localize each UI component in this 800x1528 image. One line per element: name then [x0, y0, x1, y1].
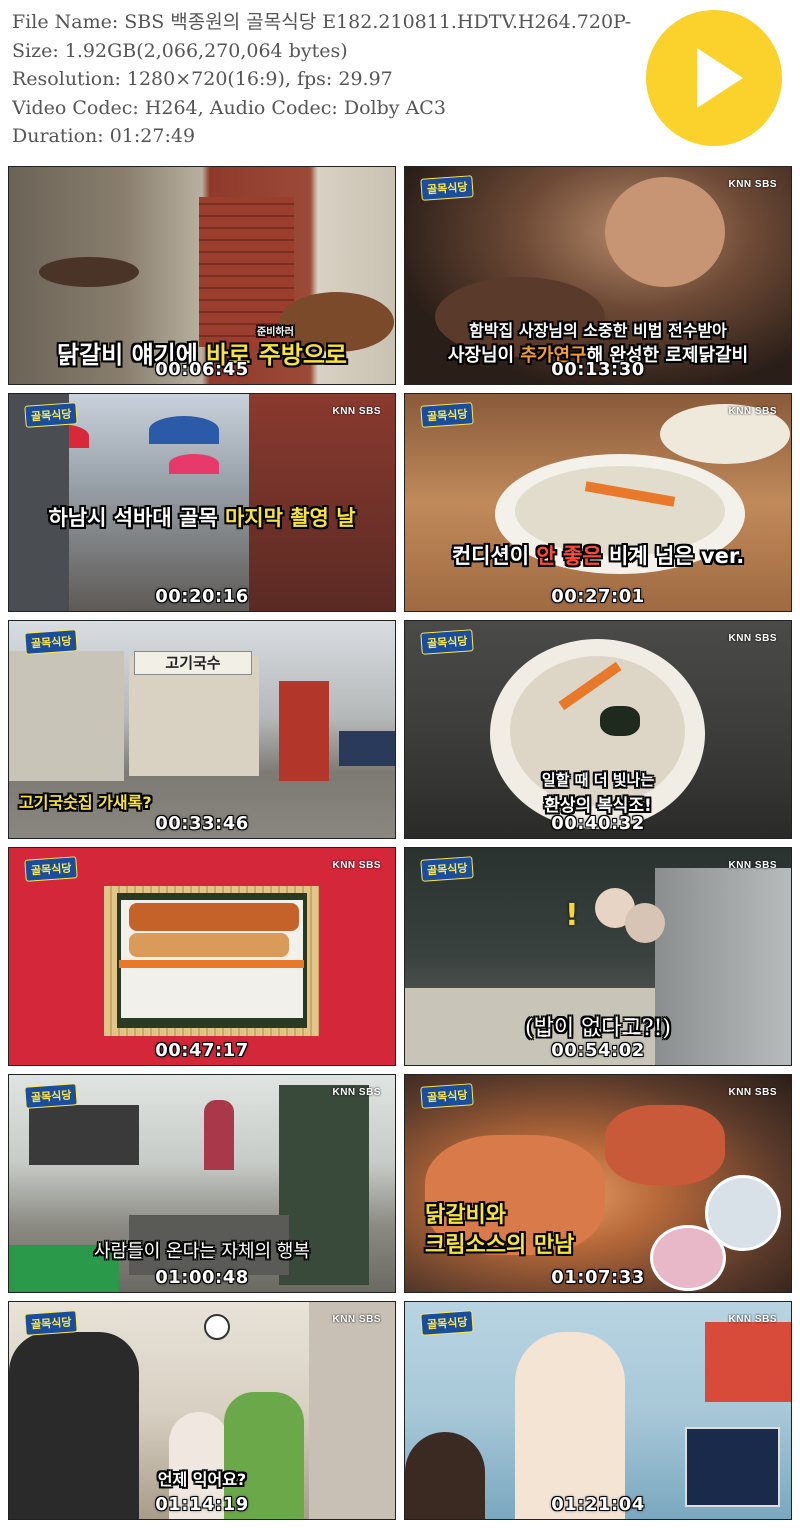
timestamp: 01:14:19 — [155, 1494, 249, 1515]
scene-noodle-bowl — [405, 394, 791, 611]
network-logo: KNN SBS — [332, 1087, 381, 1098]
exclamation-icon: ! — [565, 898, 579, 933]
caption-highlight: 안 좋은 — [536, 544, 602, 568]
timestamp: 00:06:45 — [155, 359, 249, 380]
network-logo: KNN SBS — [728, 633, 777, 644]
play-icon — [697, 48, 743, 108]
resolution-info: Resolution: 1280×720(16:9), fps: 29.97 — [12, 68, 393, 90]
codec-info: Video Codec: H264, Audio Codec: Dolby AC… — [12, 96, 446, 119]
network-logo: KNN SBS — [728, 860, 777, 871]
thumbnail-01-00-48[interactable]: 골목식당 KNN SBS 사람들이 온다는 자체의 행복 01:00:48 — [8, 1074, 396, 1293]
network-logo: KNN SBS — [332, 406, 381, 417]
network-logo: KNN SBS — [728, 406, 777, 417]
caption-highlight: 마지막 촬영 날 — [224, 506, 356, 530]
timestamp: 00:47:17 — [155, 1040, 249, 1061]
caption-part: 컨디션이 — [451, 544, 537, 568]
network-logo: KNN SBS — [332, 860, 381, 871]
timestamp: 01:21:04 — [551, 1494, 645, 1515]
show-logo: 골목식당 — [420, 175, 475, 201]
network-logo: KNN SBS — [728, 179, 777, 190]
caption-line-1: 닭갈비와 — [425, 1197, 506, 1229]
network-logo: KNN SBS — [728, 1314, 777, 1325]
caption: 사람들이 온다는 자체의 행복 — [9, 1237, 395, 1263]
show-logo: 골목식당 — [24, 1083, 79, 1109]
caption-part: 고기국숫집 가새록? — [19, 793, 152, 812]
show-logo: 골목식당 — [420, 1083, 475, 1109]
thumbnail-00-06-45[interactable]: 준비하러 닭갈비 얘기에 바로 주방으로 00:06:45 — [8, 166, 396, 385]
timestamp: 01:00:48 — [155, 1267, 249, 1288]
caption: 언제 익어요? — [9, 1466, 395, 1490]
timestamp: 00:27:01 — [551, 586, 645, 607]
show-logo: 골목식당 — [24, 629, 79, 655]
timestamp: 00:54:02 — [551, 1040, 645, 1061]
caption-part: 언제 익어요? — [157, 1470, 247, 1489]
thumbnail-01-07-33[interactable]: 골목식당 KNN SBS 닭갈비와 크림소스의 만남 01:07:33 — [404, 1074, 792, 1293]
network-logo: KNN SBS — [332, 1314, 381, 1325]
network-logo: KNN SBS — [728, 1087, 777, 1098]
scene-gimbap-on-mat — [9, 848, 395, 1065]
file-name: File Name: SBS 백종원의 골목식당 E182.210811.HDT… — [12, 11, 632, 33]
thumbnail-00-33-46[interactable]: 고기국수 골목식당 고기국숫집 가새록? 00:33:46 — [8, 620, 396, 839]
caption-line-1: 함박집 사장님의 소중한 비법 전수받아 — [405, 317, 791, 341]
caption-line-1: 일할 때 더 빛나는 — [405, 769, 791, 790]
caption: 하남시 석바대 골목 마지막 촬영 날 — [9, 502, 395, 532]
play-button[interactable] — [646, 10, 782, 146]
caption-part: 일할 때 더 빛나는 — [541, 771, 655, 789]
duration-info: Duration: 01:27:49 — [12, 125, 196, 147]
show-logo: 골목식당 — [420, 402, 475, 428]
store-sign: 고기국수 — [134, 651, 252, 675]
file-info-panel: File Name: SBS 백종원의 골목식당 E182.210811.HDT… — [12, 8, 632, 151]
thumbnail-00-13-30[interactable]: 골목식당 KNN SBS 함박집 사장님의 소중한 비법 전수받아 사장님이 추… — [404, 166, 792, 385]
show-logo: 골목식당 — [420, 629, 475, 655]
caption: (밥이 없다고?!) — [405, 1010, 791, 1042]
thumbnail-00-54-02[interactable]: 골목식당 KNN SBS ! (밥이 없다고?!) 00:54:02 — [404, 847, 792, 1066]
thumbnail-01-14-19[interactable]: 골목식당 KNN SBS 언제 익어요? 01:14:19 — [8, 1301, 396, 1520]
show-logo: 골목식당 — [420, 856, 475, 882]
caption-part: 사람들이 온다는 자체의 행복 — [94, 1241, 310, 1262]
scene-studio-guests — [405, 1302, 791, 1519]
thumbnail-00-40-32[interactable]: 골목식당 KNN SBS 일할 때 더 빛나는 환상의 복식조! 00:40:3… — [404, 620, 792, 839]
caption-part: 하남시 석바대 골목 — [48, 506, 225, 530]
timestamp: 00:33:46 — [155, 813, 249, 834]
show-logo: 골목식당 — [24, 1310, 79, 1336]
caption-part: 닭갈비와 — [425, 1203, 506, 1228]
caption-part: (밥이 없다고?!) — [525, 1016, 671, 1041]
caption-part: 함박집 사장님의 소중한 비법 전수받아 — [469, 321, 727, 340]
caption: 컨디션이 안 좋은 비계 넘은 ver. — [405, 540, 791, 570]
caption: 고기국숫집 가새록? — [19, 789, 152, 813]
thumbnail-00-20-16[interactable]: KNN SBS 골목식당 하남시 석바대 골목 마지막 촬영 날 00:20:1… — [8, 393, 396, 612]
show-logo: 골목식당 — [420, 1310, 475, 1336]
timestamp: 01:07:33 — [551, 1267, 645, 1288]
timestamp: 00:40:32 — [551, 813, 645, 834]
caption-part: 크림소스의 만남 — [425, 1233, 575, 1258]
thumbnail-00-27-01[interactable]: 골목식당 KNN SBS 컨디션이 안 좋은 비계 넘은 ver. 00:27:… — [404, 393, 792, 612]
show-logo: 골목식당 — [24, 402, 79, 428]
file-size: Size: 1.92GB(2,066,270,064 bytes) — [12, 39, 348, 62]
caption-line-2: 크림소스의 만남 — [425, 1227, 574, 1259]
timestamp: 00:13:30 — [551, 359, 645, 380]
thumbnail-00-47-17[interactable]: 골목식당 KNN SBS 00:47:17 — [8, 847, 396, 1066]
show-logo: 골목식당 — [24, 856, 79, 882]
thumbnail-01-21-04[interactable]: 골목식당 KNN SBS 01:21:04 — [404, 1301, 792, 1520]
caption-part: 비계 넘은 ver. — [601, 544, 745, 568]
timestamp: 00:20:16 — [155, 586, 249, 607]
